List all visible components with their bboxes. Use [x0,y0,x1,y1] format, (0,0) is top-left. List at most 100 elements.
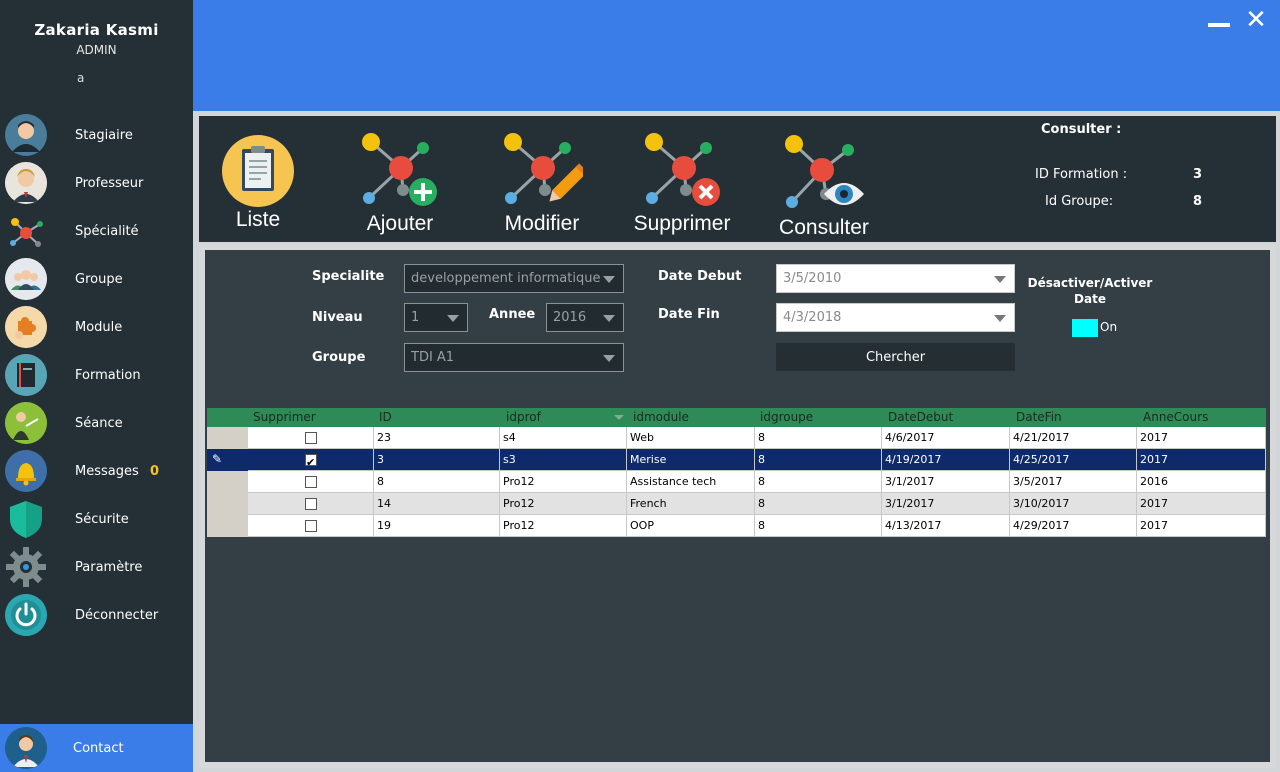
sidebar-item-contact[interactable]: Contact [0,724,193,772]
sidebar-item-label: Spécialité [75,223,139,239]
table-cell[interactable]: 8 [755,427,882,449]
column-header[interactable]: DateFin [1016,410,1062,424]
grid-header: Supprimer ID idprof idmodule idgroupe Da… [207,408,1266,427]
table-cell[interactable]: 8 [755,471,882,493]
groupe-select[interactable]: TDI A1 [404,343,624,372]
table-cell[interactable]: 3/1/2017 [882,493,1010,515]
modifier-button[interactable]: Modifier [497,128,587,238]
sidebar-item-groupe[interactable]: Groupe [0,256,193,302]
table-cell[interactable]: Assistance tech [627,471,755,493]
clipboard-icon [222,135,294,207]
table-cell[interactable]: 2017 [1137,493,1266,515]
supprimer-checkbox[interactable] [305,498,317,510]
table-cell[interactable]: 3/1/2017 [882,471,1010,493]
table-cell[interactable]: 3 [374,449,500,471]
row-header[interactable] [207,515,248,537]
table-cell[interactable]: 14 [374,493,500,515]
sidebar-item-deconnecter[interactable]: Déconnecter [0,592,193,638]
column-header[interactable]: idgroupe [760,410,813,424]
sidebar-item-formation[interactable]: Formation [0,352,193,398]
table-cell[interactable]: 23 [374,427,500,449]
table-cell[interactable]: 8 [755,449,882,471]
table-cell[interactable]: s4 [500,427,627,449]
column-header[interactable]: idprof [506,410,541,424]
supprimer-checkbox[interactable] [305,452,317,470]
date-debut-picker[interactable]: 3/5/2010 [776,264,1015,293]
table-cell[interactable]: 8 [755,493,882,515]
row-header[interactable]: ✎ [207,449,248,471]
close-button[interactable]: ✕ [1244,7,1268,33]
id-groupe-value: 8 [1193,194,1203,209]
table-cell[interactable]: 2016 [1137,471,1266,493]
annee-select[interactable]: 2016 [546,303,624,332]
table-cell[interactable]: Pro12 [500,493,627,515]
ajouter-button[interactable]: Ajouter [355,128,445,238]
liste-button[interactable]: Liste [220,133,296,233]
table-cell[interactable]: 19 [374,515,500,537]
consulter-button[interactable]: Consulter [774,130,874,242]
sidebar-item-seance[interactable]: Séance [0,400,193,446]
table-cell[interactable]: 4/29/2017 [1010,515,1137,537]
supprimer-checkbox[interactable] [305,432,317,444]
minimize-button[interactable] [1207,14,1231,34]
table-cell[interactable]: 4/21/2017 [1010,427,1137,449]
annee-value: 2016 [553,310,587,325]
table-cell[interactable]: Pro12 [500,471,627,493]
table-cell[interactable]: 4/6/2017 [882,427,1010,449]
row-header[interactable] [207,427,248,449]
date-toggle[interactable]: On [1072,319,1122,337]
date-fin-picker[interactable]: 4/3/2018 [776,303,1015,332]
table-cell[interactable]: 4/19/2017 [882,449,1010,471]
table-cell[interactable]: 3/10/2017 [1010,493,1137,515]
supprimer-checkbox[interactable] [305,476,317,488]
sidebar-item-messages[interactable]: Messages 0 [0,448,193,494]
column-header[interactable]: idmodule [633,410,689,424]
consult-title: Consulter : [1041,122,1122,137]
sidebar-item-module[interactable]: Module [0,304,193,350]
column-header[interactable]: AnneCours [1143,410,1208,424]
table-row[interactable]: ✎ 3s3Merise84/19/20174/25/20172017 [207,449,1266,471]
formation-grid: Supprimer ID idprof idmodule idgroupe Da… [207,408,1266,537]
table-row[interactable]: 23 s4 Web 8 4/6/2017 4/21/2017 2017 [207,427,1266,449]
sidebar-item-parametre[interactable]: Paramètre [0,544,193,590]
table-cell[interactable]: Web [627,427,755,449]
table-cell[interactable]: French [627,493,755,515]
molecule-delete-icon [645,133,720,206]
sidebar-item-securite[interactable]: Sécurite [0,496,193,542]
table-cell[interactable]: Merise [627,449,755,471]
molecule-add-icon [362,133,437,206]
sidebar-item-label: Messages [75,463,139,479]
table-cell[interactable]: 2017 [1137,427,1266,449]
table-cell[interactable]: 4/25/2017 [1010,449,1137,471]
table-row[interactable]: 14 Pro12 French 8 3/1/2017 3/10/2017 2017 [207,493,1266,515]
supprimer-button[interactable]: Supprimer [630,128,734,238]
table-cell[interactable]: 3/5/2017 [1010,471,1137,493]
table-cell[interactable]: 8 [755,515,882,537]
sidebar-item-professeur[interactable]: Professeur [0,160,193,206]
sidebar-item-stagiaire[interactable]: Stagiaire [0,112,193,158]
table-row[interactable]: 19 Pro12 OOP 8 4/13/2017 4/29/2017 2017 [207,515,1266,537]
column-header[interactable]: DateDebut [888,410,953,424]
molecule-icon [5,210,47,252]
specialite-select[interactable]: developpement informatique [404,264,624,293]
niveau-value: 1 [411,310,420,325]
table-cell[interactable]: OOP [627,515,755,537]
chercher-button[interactable]: Chercher [776,343,1015,371]
annee-label: Annee [489,307,536,322]
column-header[interactable]: Supprimer [253,410,316,424]
supprimer-cell [248,449,374,471]
table-row[interactable]: 8 Pro12 Assistance tech 8 3/1/2017 3/5/2017 20… [207,471,1266,493]
supprimer-checkbox[interactable] [305,520,317,532]
date-debut-label: Date Debut [658,269,742,284]
column-header[interactable]: ID [379,410,392,424]
table-cell[interactable]: 4/13/2017 [882,515,1010,537]
table-cell[interactable]: 2017 [1137,449,1266,471]
table-cell[interactable]: Pro12 [500,515,627,537]
sidebar-item-specialite[interactable]: Spécialité [0,208,193,254]
niveau-select[interactable]: 1 [404,303,468,332]
table-cell[interactable]: s3 [500,449,627,471]
table-cell[interactable]: 2017 [1137,515,1266,537]
row-header[interactable] [207,471,248,493]
row-header[interactable] [207,493,248,515]
table-cell[interactable]: 8 [374,471,500,493]
